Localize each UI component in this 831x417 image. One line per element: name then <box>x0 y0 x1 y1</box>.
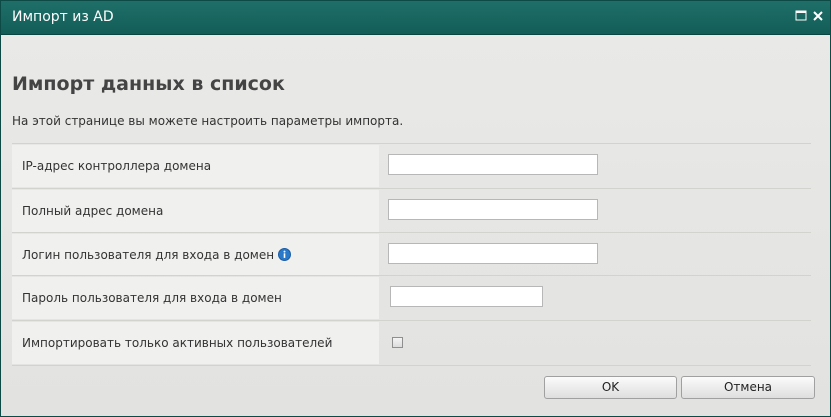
password-label: Пароль пользователя для входа в домен <box>22 291 282 305</box>
divider <box>12 320 811 321</box>
dialog-content: Импорт данных в список На этой странице … <box>1 35 830 416</box>
form-row-password: Пароль пользователя для входа в домен <box>12 277 811 319</box>
domain-label: Полный адрес домена <box>22 204 164 218</box>
form-row-active-only: Импортировать только активных пользовате… <box>12 322 811 364</box>
password-input[interactable] <box>390 286 543 307</box>
ip-address-input[interactable] <box>388 154 598 175</box>
domain-input[interactable] <box>388 199 598 220</box>
form-row-login: Логин пользователя для входа в домен <box>12 234 811 276</box>
ip-address-label: IP-адрес контроллера домена <box>22 159 212 173</box>
label-cell: Полный адрес домена <box>12 190 379 232</box>
label-cell: Логин пользователя для входа в домен <box>12 234 379 276</box>
label-cell: IP-адрес контроллера домена <box>12 145 379 187</box>
import-dialog: Импорт из AD Импорт данных в список На э… <box>0 0 831 417</box>
window-title: Импорт из AD <box>12 9 114 25</box>
active-only-label: Импортировать только активных пользовате… <box>22 336 333 350</box>
title-bar[interactable]: Импорт из AD <box>1 1 830 35</box>
page-title: Импорт данных в список <box>12 73 285 95</box>
form-row-domain: Полный адрес домена <box>12 190 811 232</box>
page-description: На этой странице вы можете настроить пар… <box>12 114 404 128</box>
label-cell: Импортировать только активных пользовате… <box>12 322 379 364</box>
form-row-ip: IP-адрес контроллера домена <box>12 145 811 187</box>
active-only-checkbox[interactable] <box>392 337 403 348</box>
cancel-button[interactable]: Отмена <box>681 376 815 399</box>
maximize-icon[interactable] <box>794 9 808 23</box>
login-label-text: Логин пользователя для входа в домен <box>22 248 275 262</box>
divider <box>12 365 811 366</box>
login-label: Логин пользователя для входа в домен <box>22 248 292 262</box>
divider <box>12 275 811 276</box>
close-icon[interactable] <box>811 9 825 23</box>
divider <box>12 143 811 144</box>
ok-button[interactable]: OK <box>544 376 677 399</box>
label-cell: Пароль пользователя для входа в домен <box>12 277 379 319</box>
divider <box>12 188 811 189</box>
info-icon[interactable] <box>278 248 292 261</box>
divider <box>12 232 811 233</box>
login-input[interactable] <box>388 243 598 264</box>
